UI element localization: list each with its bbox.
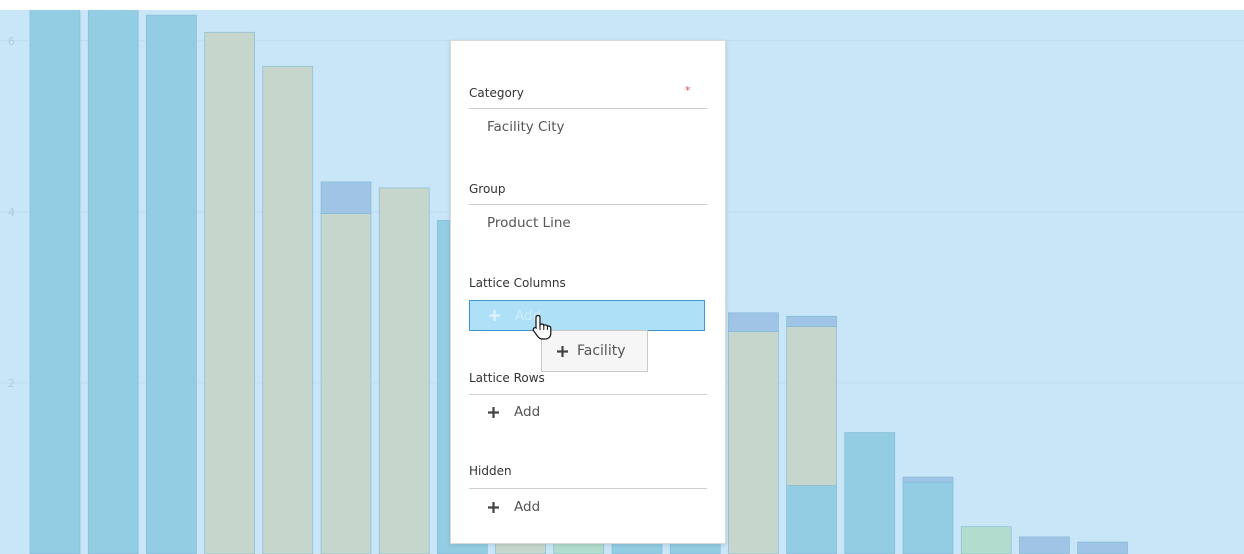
bar-7-segment-1[interactable]	[378, 187, 430, 554]
bar-1-segment-1[interactable]	[29, 10, 81, 554]
plus-icon	[489, 310, 500, 321]
drag-item-facility[interactable]: Facility	[541, 330, 648, 372]
plus-icon	[488, 501, 499, 513]
lattice-rows-title: Lattice Rows	[469, 371, 545, 385]
hidden-add-label: Add	[514, 499, 541, 515]
bar-16-segment-1[interactable]	[902, 481, 954, 554]
bar-4-segment-1[interactable]	[204, 31, 255, 554]
group-title: Group	[469, 182, 506, 196]
data-roles-panel: Category * Facility City Group Product L…	[450, 40, 726, 544]
bar-14-segment-1[interactable]	[786, 485, 837, 554]
bar-17-segment-1[interactable]	[960, 526, 1012, 554]
y-tick-label: 2	[8, 377, 15, 390]
group-assigned-item[interactable]: Product Line	[487, 215, 571, 231]
y-tick-label: 4	[8, 206, 15, 219]
lattice-rows-divider	[469, 394, 707, 395]
bar-13-segment-2[interactable]	[728, 312, 779, 332]
category-title: Category	[469, 86, 524, 100]
hidden-divider	[469, 488, 707, 489]
category-divider	[469, 108, 707, 109]
lattice-columns-add-button[interactable]: Add	[469, 300, 705, 331]
bar-14-segment-2[interactable]	[786, 326, 837, 486]
drag-item-label: Facility	[577, 343, 626, 359]
lattice-rows-add-label: Add	[514, 404, 541, 420]
bar-16-segment-2[interactable]	[902, 476, 954, 483]
bar-3-segment-1[interactable]	[146, 14, 197, 554]
y-tick-label: 6	[8, 35, 15, 48]
hand-pointer-cursor-icon	[532, 314, 552, 340]
required-marker: *	[685, 84, 691, 97]
bar-2-segment-1[interactable]	[87, 10, 139, 554]
hidden-add-button[interactable]: Add	[487, 496, 540, 518]
bar-6-segment-1[interactable]	[320, 213, 372, 554]
bar-5-segment-1[interactable]	[262, 66, 314, 554]
bar-14-segment-3[interactable]	[786, 315, 837, 327]
bar-18-segment-1[interactable]	[1019, 536, 1070, 554]
group-divider	[469, 204, 707, 205]
hidden-title: Hidden	[469, 464, 512, 478]
lattice-columns-title: Lattice Columns	[469, 276, 566, 290]
bar-13-segment-1[interactable]	[728, 331, 779, 554]
category-assigned-item[interactable]: Facility City	[487, 119, 565, 135]
bar-6-segment-2[interactable]	[320, 181, 372, 214]
plus-icon	[557, 345, 568, 357]
lattice-rows-add-button[interactable]: Add	[487, 401, 540, 423]
bar-15-segment-1[interactable]	[844, 432, 896, 554]
plus-icon	[488, 406, 499, 418]
bar-19-segment-1[interactable]	[1077, 541, 1128, 554]
